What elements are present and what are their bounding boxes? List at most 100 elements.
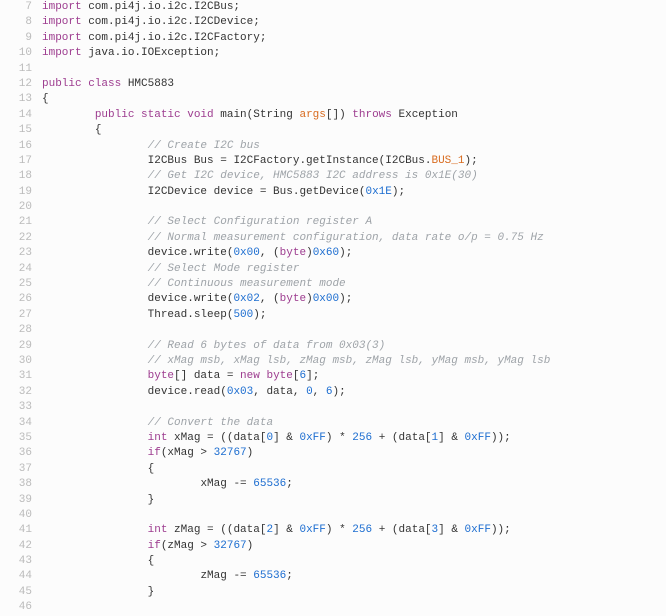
number-literal: 500: [233, 309, 253, 321]
keyword: int: [148, 432, 168, 444]
code-line[interactable]: {: [42, 554, 666, 569]
code-line[interactable]: [42, 508, 666, 523]
line-number-gutter: 7891011121314151617181920212223242526272…: [0, 0, 42, 616]
line-number: 18: [0, 169, 32, 184]
line-number: 27: [0, 308, 32, 323]
code-line[interactable]: Thread.sleep(500);: [42, 308, 666, 323]
code-line[interactable]: // xMag msb, xMag lsb, zMag msb, zMag ls…: [42, 354, 666, 369]
code-line[interactable]: // Continuous measurement mode: [42, 277, 666, 292]
keyword: if: [148, 540, 161, 552]
keyword: new: [240, 370, 260, 382]
code-line[interactable]: [42, 600, 666, 615]
keyword: if: [148, 447, 161, 459]
keyword: byte: [266, 370, 292, 382]
line-number: 16: [0, 139, 32, 154]
code-line[interactable]: // Normal measurement configuration, dat…: [42, 231, 666, 246]
line-number: 44: [0, 569, 32, 584]
code-line[interactable]: I2CDevice device = Bus.getDevice(0x1E);: [42, 185, 666, 200]
code-line[interactable]: if(zMag > 32767): [42, 539, 666, 554]
code-line[interactable]: }: [42, 493, 666, 508]
keyword: import: [42, 1, 82, 13]
code-line[interactable]: device.read(0x03, data, 0, 6);: [42, 385, 666, 400]
line-number: 39: [0, 493, 32, 508]
comment: // xMag msb, xMag lsb, zMag msb, zMag ls…: [148, 355, 551, 367]
code-line[interactable]: [42, 200, 666, 215]
code-line[interactable]: public class HMC5883: [42, 77, 666, 92]
code-line[interactable]: }: [42, 585, 666, 600]
line-number: 43: [0, 554, 32, 569]
code-line[interactable]: I2CBus Bus = I2CFactory.getInstance(I2CB…: [42, 154, 666, 169]
line-number: 29: [0, 339, 32, 354]
line-number: 11: [0, 62, 32, 77]
code-line[interactable]: zMag -= 65536;: [42, 569, 666, 584]
line-number: 23: [0, 246, 32, 261]
comment: // Select Mode register: [148, 263, 300, 275]
code-line[interactable]: xMag -= 65536;: [42, 477, 666, 492]
code-line[interactable]: int zMag = ((data[2] & 0xFF) * 256 + (da…: [42, 523, 666, 538]
line-number: 22: [0, 231, 32, 246]
number-literal: 0x02: [233, 293, 259, 305]
code-line[interactable]: if(xMag > 32767): [42, 446, 666, 461]
code-line[interactable]: [42, 62, 666, 77]
code-line[interactable]: import com.pi4j.io.i2c.I2CBus;: [42, 0, 666, 15]
keyword: throws: [352, 109, 392, 121]
code-line[interactable]: {: [42, 462, 666, 477]
number-literal: 2: [266, 524, 273, 536]
keyword: import: [42, 32, 82, 44]
code-line[interactable]: [42, 400, 666, 415]
code-line[interactable]: import java.io.IOException;: [42, 46, 666, 61]
code-line[interactable]: int xMag = ((data[0] & 0xFF) * 256 + (da…: [42, 431, 666, 446]
code-line[interactable]: [42, 323, 666, 338]
keyword: import: [42, 47, 82, 59]
code-line[interactable]: device.write(0x00, (byte)0x60);: [42, 246, 666, 261]
number-literal: 256: [352, 432, 372, 444]
code-line[interactable]: // Convert the data: [42, 416, 666, 431]
line-number: 32: [0, 385, 32, 400]
code-line[interactable]: byte[] data = new byte[6];: [42, 369, 666, 384]
code-line[interactable]: {: [42, 123, 666, 138]
line-number: 38: [0, 477, 32, 492]
line-number: 21: [0, 215, 32, 230]
code-area[interactable]: import com.pi4j.io.i2c.I2CBus;import com…: [42, 0, 666, 616]
code-line[interactable]: // Create I2C bus: [42, 139, 666, 154]
number-literal: 0: [306, 386, 313, 398]
code-line[interactable]: // Select Configuration register A: [42, 215, 666, 230]
line-number: 14: [0, 108, 32, 123]
keyword: public class: [42, 78, 121, 90]
line-number: 36: [0, 446, 32, 461]
line-number: 25: [0, 277, 32, 292]
keyword: byte: [280, 247, 306, 259]
number-literal: 256: [352, 524, 372, 536]
line-number: 37: [0, 462, 32, 477]
line-number: 33: [0, 400, 32, 415]
number-literal: 6: [299, 370, 306, 382]
code-line[interactable]: public static void main(String args[]) t…: [42, 108, 666, 123]
number-literal: 0: [266, 432, 273, 444]
number-literal: 65536: [253, 570, 286, 582]
line-number: 41: [0, 523, 32, 538]
code-editor[interactable]: 7891011121314151617181920212223242526272…: [0, 0, 666, 616]
line-number: 31: [0, 369, 32, 384]
number-literal: 0xFF: [299, 432, 325, 444]
line-number: 7: [0, 0, 32, 15]
line-number: 10: [0, 46, 32, 61]
code-line[interactable]: // Select Mode register: [42, 262, 666, 277]
code-line[interactable]: import com.pi4j.io.i2c.I2CDevice;: [42, 15, 666, 30]
code-line[interactable]: // Get I2C device, HMC5883 I2C address i…: [42, 169, 666, 184]
identifier: BUS_1: [431, 155, 464, 167]
comment: // Select Configuration register A: [148, 216, 372, 228]
keyword: int: [148, 524, 168, 536]
number-literal: 0x60: [313, 247, 339, 259]
line-number: 20: [0, 200, 32, 215]
comment: // Create I2C bus: [148, 140, 260, 152]
line-number: 17: [0, 154, 32, 169]
keyword: import: [42, 16, 82, 28]
code-line[interactable]: {: [42, 92, 666, 107]
code-line[interactable]: // Read 6 bytes of data from 0x03(3): [42, 339, 666, 354]
number-literal: 0xFF: [465, 432, 491, 444]
code-line[interactable]: device.write(0x02, (byte)0x00);: [42, 292, 666, 307]
line-number: 35: [0, 431, 32, 446]
code-line[interactable]: import com.pi4j.io.i2c.I2CFactory;: [42, 31, 666, 46]
comment: // Convert the data: [148, 417, 273, 429]
number-literal: 32767: [214, 540, 247, 552]
